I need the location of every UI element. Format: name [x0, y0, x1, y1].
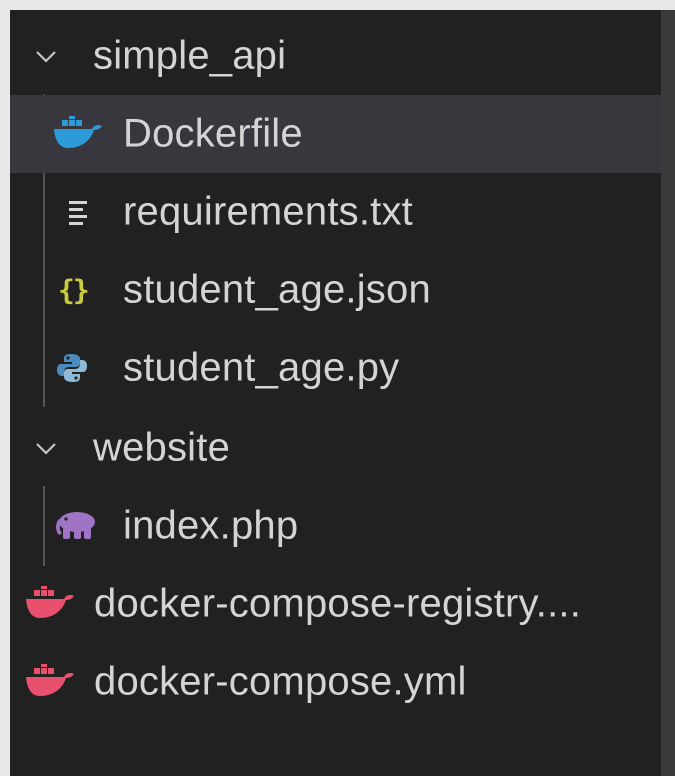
docker-icon [54, 116, 102, 148]
docker-compose-icon [26, 664, 74, 696]
php-elephant-icon [56, 512, 95, 539]
file-student-age-json[interactable]: {} student_age.json [10, 251, 661, 329]
file-docker-compose-registry[interactable]: docker-compose-registry.... [10, 565, 661, 643]
file-label: docker-compose.yml [94, 659, 467, 704]
file-explorer-tree: simple_api Dockerfile requirements.txt {… [10, 10, 661, 776]
file-requirements-txt[interactable]: requirements.txt [10, 173, 661, 251]
file-label: docker-compose-registry.... [94, 581, 582, 626]
file-dockerfile[interactable]: Dockerfile [10, 95, 661, 173]
file-docker-compose-yml[interactable]: docker-compose.yml [10, 643, 661, 721]
folder-label: website [93, 425, 231, 470]
chevron-down-icon[interactable] [32, 434, 60, 462]
window-top-edge [0, 0, 675, 10]
scrollbar-track[interactable] [661, 10, 675, 776]
file-label: requirements.txt [123, 189, 413, 234]
window-left-edge [0, 0, 10, 776]
file-label: student_age.json [123, 267, 431, 312]
file-student-age-py[interactable]: student_age.py [10, 329, 661, 407]
file-index-php[interactable]: index.php [10, 487, 661, 565]
folder-website[interactable]: website [10, 409, 661, 487]
python-icon [57, 354, 87, 382]
file-label: Dockerfile [123, 111, 303, 156]
folder-simple-api[interactable]: simple_api [10, 17, 661, 95]
file-label: student_age.py [123, 345, 400, 390]
text-file-icon [69, 201, 87, 225]
docker-compose-icon [26, 586, 74, 618]
json-icon: {} [58, 273, 90, 307]
chevron-down-icon[interactable] [32, 42, 60, 70]
file-label: index.php [123, 503, 299, 548]
folder-label: simple_api [93, 33, 287, 78]
